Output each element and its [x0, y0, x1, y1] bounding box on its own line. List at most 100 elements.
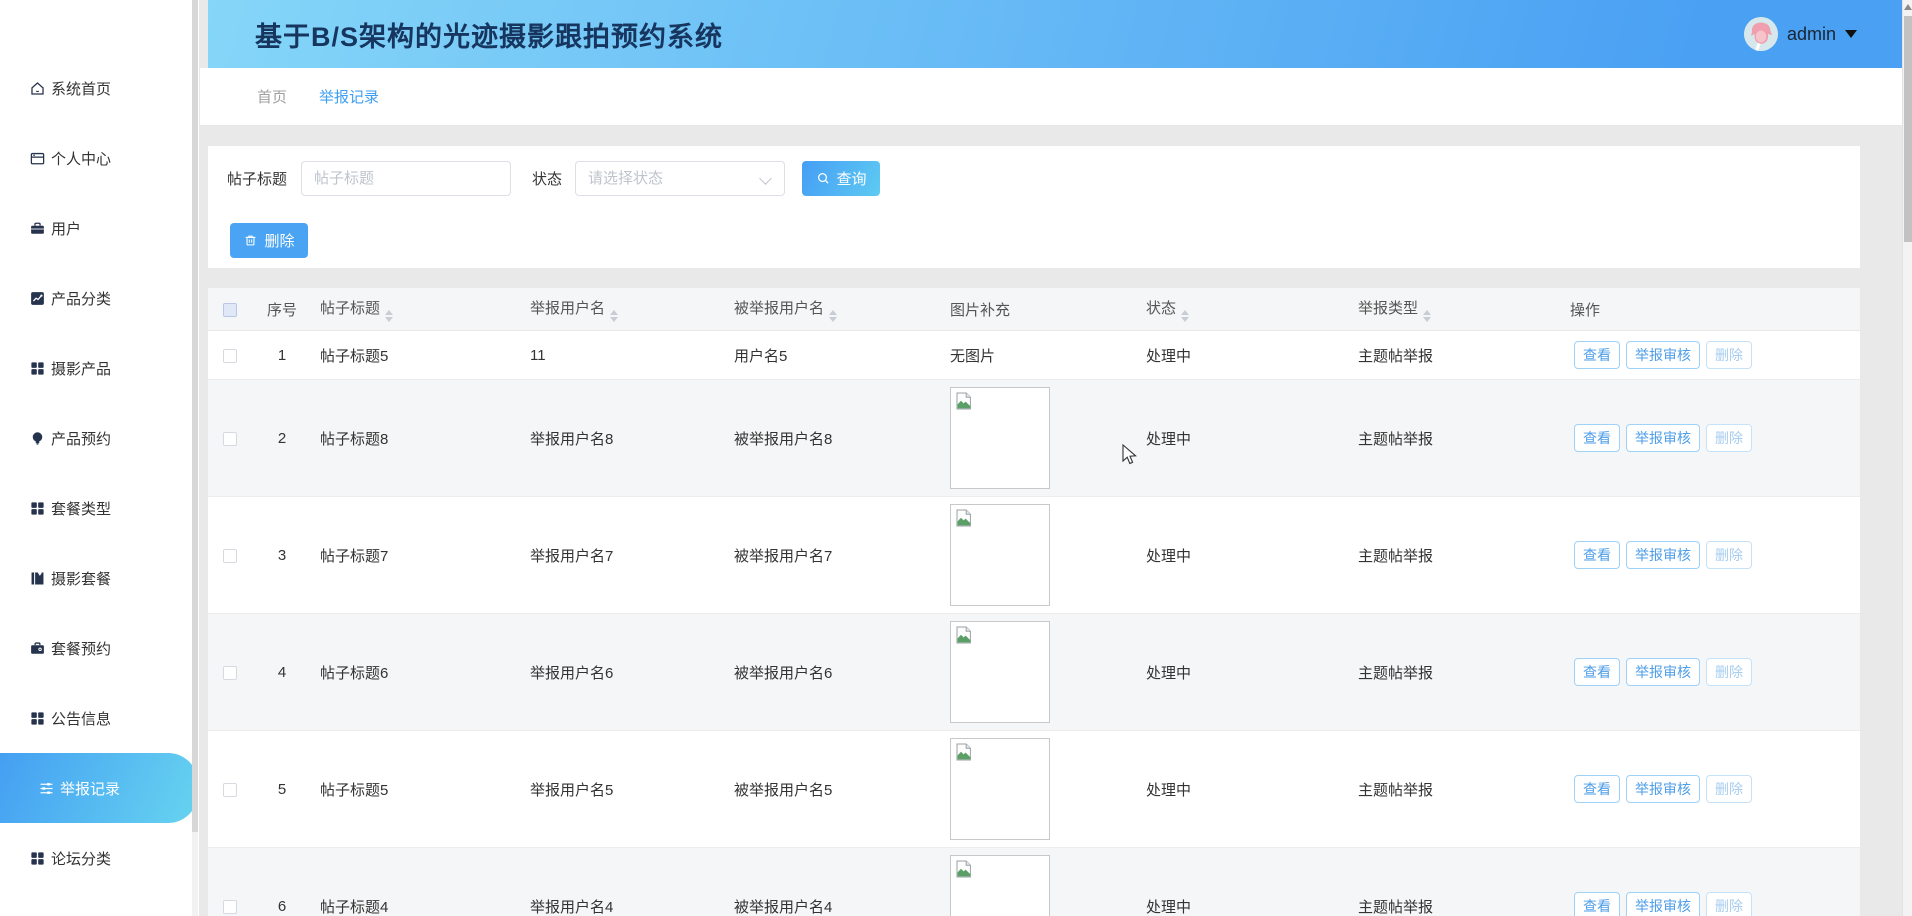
- search-icon: [816, 171, 831, 186]
- sidebar-item-forum-category[interactable]: 论坛分类: [0, 823, 199, 893]
- broken-image-icon: [954, 508, 974, 528]
- tab-report-records[interactable]: 举报记录: [319, 86, 379, 107]
- sort-caret-icon[interactable]: [829, 310, 837, 322]
- column-header-title[interactable]: 帖子标题: [312, 297, 522, 322]
- delete-button[interactable]: 删除: [1706, 892, 1752, 916]
- audit-button[interactable]: 举报审核: [1626, 424, 1700, 452]
- audit-button[interactable]: 举报审核: [1626, 541, 1700, 569]
- table-body: 1帖子标题511用户名5无图片处理中主题帖举报查看举报审核删除2帖子标题8举报用…: [208, 331, 1860, 916]
- cell-reporter: 11: [522, 347, 726, 364]
- sidebar-item-product-booking[interactable]: 产品预约: [0, 403, 199, 473]
- sidebar-item-photo-products[interactable]: 摄影产品: [0, 333, 199, 403]
- row-checkbox[interactable]: [223, 783, 237, 797]
- sort-asc-icon[interactable]: [610, 310, 618, 315]
- cell-actions: 查看举报审核删除: [1562, 424, 1860, 452]
- sort-caret-icon[interactable]: [1181, 310, 1189, 322]
- cell-reporter: 举报用户名6: [522, 662, 726, 683]
- page-scrollbar[interactable]: [1902, 0, 1912, 916]
- sidebar-scrollbar-thumb[interactable]: [192, 0, 198, 832]
- image-placeholder[interactable]: [950, 621, 1050, 723]
- column-header-type[interactable]: 举报类型: [1350, 297, 1562, 322]
- tab-home[interactable]: 首页: [257, 86, 287, 107]
- chart-icon-wrap: [29, 290, 46, 307]
- sort-desc-icon[interactable]: [829, 317, 837, 322]
- column-header-status[interactable]: 状态: [1138, 297, 1350, 322]
- main-area: 基于B/S架构的光迹摄影跟拍预约系统 admin 首页举报记录 帖子: [200, 0, 1902, 916]
- sidebar-item-product-category[interactable]: 产品分类: [0, 263, 199, 333]
- cell-status: 处理中: [1138, 896, 1350, 916]
- book-icon-wrap: [29, 570, 46, 587]
- cell-actions: 查看举报审核删除: [1562, 658, 1860, 686]
- title-filter-input[interactable]: [301, 161, 511, 196]
- sort-asc-icon[interactable]: [1423, 310, 1431, 315]
- audit-button[interactable]: 举报审核: [1626, 775, 1700, 803]
- row-checkbox[interactable]: [223, 549, 237, 563]
- column-header-reported[interactable]: 被举报用户名: [726, 297, 942, 322]
- cell-image: [942, 387, 1138, 489]
- bulk-delete-button[interactable]: 删除: [230, 223, 308, 258]
- view-button[interactable]: 查看: [1574, 341, 1620, 369]
- grid-icon: [29, 500, 46, 517]
- delete-button[interactable]: 删除: [1706, 658, 1752, 686]
- search-button[interactable]: 查询: [802, 161, 880, 196]
- column-header-reporter[interactable]: 举报用户名: [522, 297, 726, 322]
- home-icon: [29, 80, 46, 97]
- image-placeholder[interactable]: [950, 387, 1050, 489]
- row-checkbox[interactable]: [223, 349, 237, 363]
- sidebar-item-announcements[interactable]: 公告信息: [0, 683, 199, 753]
- sidebar-item-report-records[interactable]: 举报记录: [0, 753, 198, 823]
- home-icon-wrap: [29, 80, 46, 97]
- sidebar-item-package-types[interactable]: 套餐类型: [0, 473, 199, 543]
- view-button[interactable]: 查看: [1574, 424, 1620, 452]
- view-button[interactable]: 查看: [1574, 541, 1620, 569]
- status-select[interactable]: 请选择状态: [575, 161, 785, 196]
- sort-desc-icon[interactable]: [1181, 317, 1189, 322]
- image-placeholder[interactable]: [950, 504, 1050, 606]
- sort-asc-icon[interactable]: [1181, 310, 1189, 315]
- sort-asc-icon[interactable]: [385, 310, 393, 315]
- sidebar-item-personal-center[interactable]: 个人中心: [0, 123, 199, 193]
- row-checkbox[interactable]: [223, 432, 237, 446]
- grid-icon: [29, 850, 46, 867]
- cell-index: 5: [252, 781, 312, 798]
- delete-button[interactable]: 删除: [1706, 341, 1752, 369]
- sort-desc-icon[interactable]: [1423, 317, 1431, 322]
- cell-report-type: 主题帖举报: [1350, 896, 1562, 916]
- delete-button[interactable]: 删除: [1706, 541, 1752, 569]
- row-checkbox[interactable]: [223, 666, 237, 680]
- sort-desc-icon[interactable]: [610, 317, 618, 322]
- row-checkbox[interactable]: [223, 900, 237, 914]
- audit-button[interactable]: 举报审核: [1626, 341, 1700, 369]
- image-placeholder[interactable]: [950, 855, 1050, 916]
- user-menu[interactable]: admin: [1744, 0, 1857, 68]
- sidebar-scrollbar[interactable]: [192, 0, 198, 916]
- sort-caret-icon[interactable]: [610, 310, 618, 322]
- column-header-actions: 操作: [1562, 299, 1860, 320]
- select-all-checkbox[interactable]: [223, 303, 237, 317]
- broken-image-icon: [954, 859, 974, 879]
- cell-reported-user: 被举报用户名7: [726, 545, 942, 566]
- app-header: 基于B/S架构的光迹摄影跟拍预约系统 admin: [208, 0, 1902, 68]
- image-placeholder[interactable]: [950, 738, 1050, 840]
- scroll-up-icon[interactable]: [1904, 4, 1912, 10]
- bulb-icon-wrap: [29, 430, 46, 447]
- view-button[interactable]: 查看: [1574, 775, 1620, 803]
- sidebar-item-package-booking[interactable]: 套餐预约: [0, 613, 199, 683]
- audit-button[interactable]: 举报审核: [1626, 892, 1700, 916]
- sort-caret-icon[interactable]: [385, 310, 393, 322]
- sidebar-item-label: 论坛分类: [51, 848, 111, 869]
- page-title: 基于B/S架构的光迹摄影跟拍预约系统: [208, 15, 723, 54]
- delete-button[interactable]: 删除: [1706, 424, 1752, 452]
- sidebar-item-users[interactable]: 用户: [0, 193, 199, 263]
- view-button[interactable]: 查看: [1574, 892, 1620, 916]
- audit-button[interactable]: 举报审核: [1626, 658, 1700, 686]
- sidebar-item-photo-packages[interactable]: 摄影套餐: [0, 543, 199, 613]
- sort-caret-icon[interactable]: [1423, 310, 1431, 322]
- view-button[interactable]: 查看: [1574, 658, 1620, 686]
- sidebar-item-system-home[interactable]: 系统首页: [0, 53, 199, 123]
- delete-button[interactable]: 删除: [1706, 775, 1752, 803]
- cell-index: 1: [252, 347, 312, 364]
- sort-asc-icon[interactable]: [829, 310, 837, 315]
- page-scrollbar-thumb[interactable]: [1904, 16, 1912, 242]
- sort-desc-icon[interactable]: [385, 317, 393, 322]
